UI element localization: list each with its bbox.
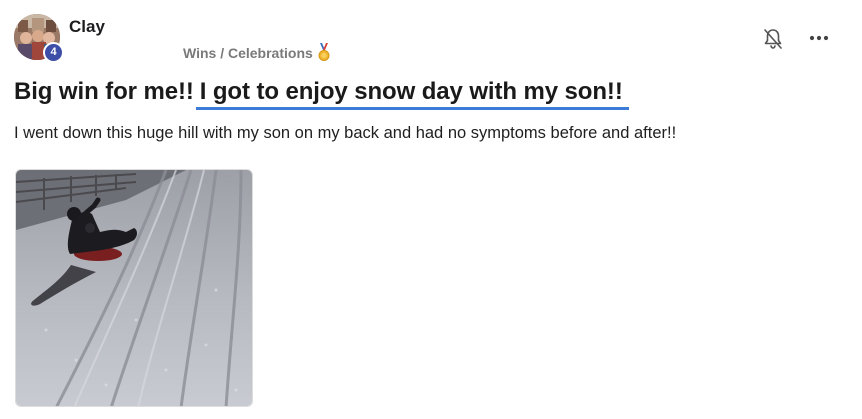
more-icon[interactable] xyxy=(808,30,830,46)
title-prefix: Big win for me!! xyxy=(14,78,194,105)
post-card: 4 Clay Wins / Celebrations Big win for m… xyxy=(0,0,862,419)
snow-sled-photo[interactable] xyxy=(15,169,253,407)
category-label: Wins / Celebrations xyxy=(183,44,313,61)
post-category[interactable]: Wins / Celebrations xyxy=(183,43,330,62)
title-highlight: I got to enjoy snow day with my son!! xyxy=(195,78,629,110)
level-badge: 4 xyxy=(43,42,64,63)
author-name[interactable]: Clay xyxy=(69,17,105,37)
post-title: Big win for me!! I got to enjoy snow day … xyxy=(14,78,629,110)
post-body: I went down this huge hill with my son o… xyxy=(14,124,677,142)
bell-icon[interactable] xyxy=(763,28,783,50)
medal-icon xyxy=(318,43,330,62)
